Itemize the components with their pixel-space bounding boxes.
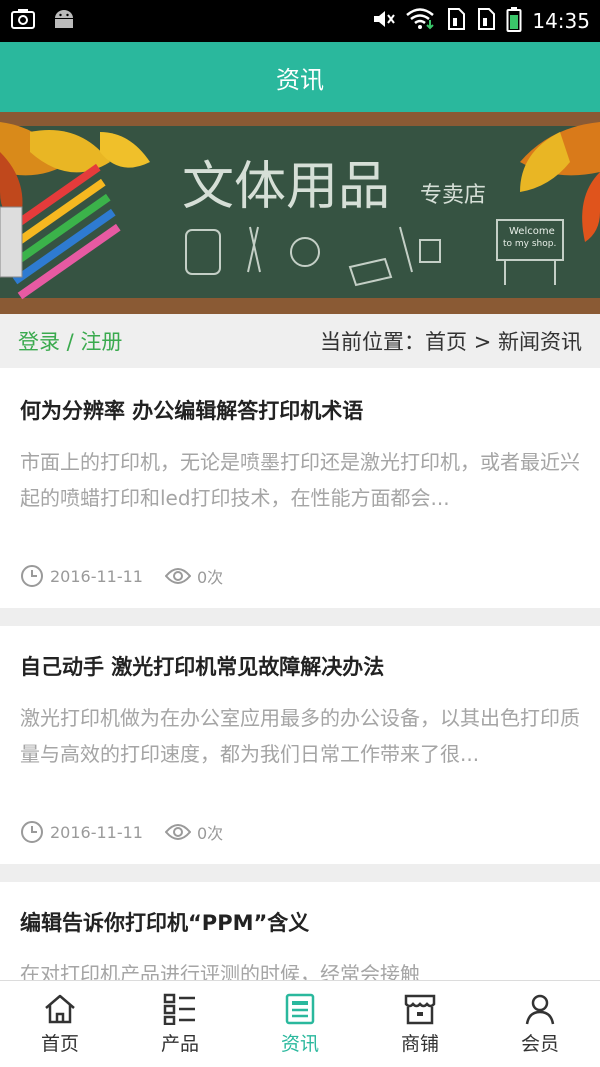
page: 14:35 资讯 文体用品 专卖店 Welcome to my shop. 登录… [0,0,600,1067]
article-views: 0次 [196,824,224,843]
bottom-tab-bar: 首页 产品 资讯 商铺 会员 [0,980,600,1067]
tab-label: 资讯 [280,1032,319,1055]
tab-label: 产品 [160,1032,199,1055]
article-summary: 市面上的打印机，无论是喷墨打印还是激光打印机，或者最近兴起的喷蜡打印和led打印… [20,450,580,510]
article-title[interactable]: 自己动手 激光打印机常见故障解决办法 [20,651,384,681]
tab-products[interactable]: 产品 [120,981,240,1067]
banner-subtitle: 专卖店 [420,183,486,208]
board-text-2: to my shop. [503,239,556,249]
tab-label: 首页 [40,1032,79,1055]
article-item[interactable]: 自己动手 激光打印机常见故障解决办法 激光打印机做为在办公室应用最多的办公设备，… [0,626,600,864]
banner-title: 文体用品 [182,157,390,217]
login-register-link[interactable]: 登录 / 注册 [18,326,122,356]
status-bar: 14:35 [0,0,600,42]
article-meta: 2016-11-11 0次 [20,820,245,844]
tab-home[interactable]: 首页 [0,981,120,1067]
sim2-icon [476,7,496,35]
breadcrumb: 当前位置：首页 > 新闻资讯 [320,330,582,354]
article-summary: 激光打印机做为在办公室应用最多的办公设备，以其出色打印质量与高效的打印速度，都为… [20,706,580,766]
tab-label: 会员 [520,1032,559,1055]
status-time: 14:35 [532,9,590,33]
article-date: 2016-11-11 [50,822,143,842]
article-item[interactable]: 何为分辨率 办公编辑解答打印机术语 市面上的打印机，无论是喷墨打印还是激光打印机… [0,368,600,608]
article-date: 2016-11-11 [50,566,143,586]
tab-member[interactable]: 会员 [480,981,600,1067]
mute-icon [372,8,396,34]
home-icon [45,994,75,1023]
article-item[interactable]: 编辑告诉你打印机“PPM”含义 在对打印机产品进行评测的时候，经常会接触 [0,882,600,992]
eye-icon [164,568,191,584]
wifi-icon [406,8,436,34]
clock-icon [21,821,43,843]
shop-icon [404,994,436,1024]
location-bar: 登录 / 注册 当前位置：首页 > 新闻资讯 [0,314,600,368]
article-meta: 2016-11-11 0次 [20,564,245,588]
article-title[interactable]: 何为分辨率 办公编辑解答打印机术语 [20,395,363,425]
tab-shop[interactable]: 商铺 [360,981,480,1067]
screenshot-icon [10,8,36,34]
android-icon [52,8,76,34]
article-title[interactable]: 编辑告诉你打印机“PPM”含义 [20,907,309,937]
eye-icon [164,824,191,840]
battery-icon [506,6,522,36]
page-title: 资讯 [276,65,324,94]
article-views: 0次 [196,568,224,587]
board-text-1: Welcome [509,226,555,237]
user-icon [525,994,555,1024]
tab-news[interactable]: 资讯 [240,981,360,1067]
tab-label: 商铺 [400,1032,439,1055]
clock-icon [21,565,43,587]
news-icon [285,993,315,1024]
title-bar: 资讯 [0,42,600,112]
banner-image[interactable]: 文体用品 专卖店 Welcome to my shop. [0,112,600,314]
list-icon [163,993,195,1025]
sim1-icon [446,7,466,35]
